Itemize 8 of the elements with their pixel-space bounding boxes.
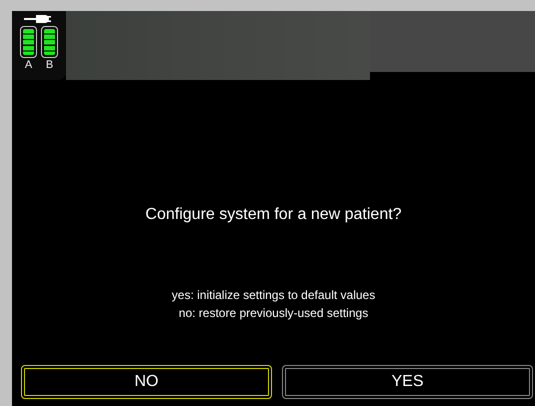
plug-icon (24, 14, 54, 24)
dialog-question: Configure system for a new patient? (145, 206, 402, 224)
dialog-button[interactable]: YES (282, 365, 533, 399)
dialog-button[interactable]: NO (21, 365, 272, 399)
battery-label: A (24, 59, 32, 71)
battery-label: B (46, 59, 54, 71)
hint-text: yes: initialize settings to default values (172, 288, 376, 302)
hint-text: no: restore previously-used settings (178, 306, 368, 320)
